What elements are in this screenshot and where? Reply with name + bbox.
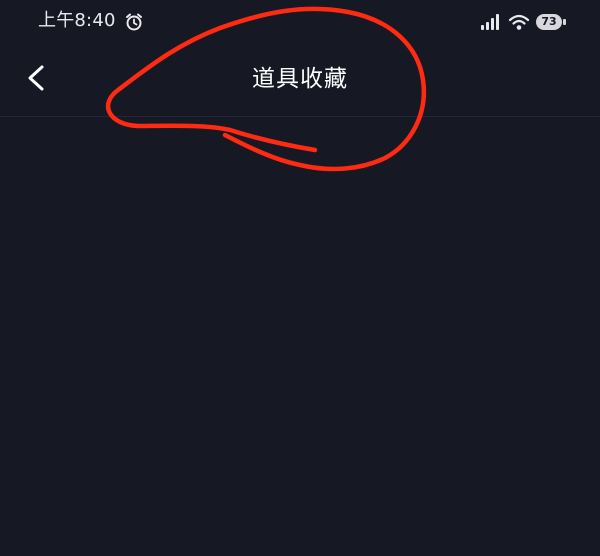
wifi-icon (508, 13, 530, 31)
status-indicators: 73 (480, 11, 566, 33)
navigation-bar: 道具收藏 (0, 44, 600, 117)
status-time: 上午8:40 (38, 10, 116, 31)
page-title: 道具收藏 (252, 66, 348, 92)
battery-tip (563, 19, 566, 25)
empty-content-area (0, 117, 600, 556)
signal-icon (480, 13, 502, 31)
battery-icon: 73 (536, 14, 566, 30)
status-bar: 上午8:40 73 (0, 0, 600, 44)
app-screen: 上午8:40 73 道具收藏 (0, 0, 600, 556)
alarm-icon (124, 12, 144, 32)
battery-level: 73 (541, 15, 557, 28)
